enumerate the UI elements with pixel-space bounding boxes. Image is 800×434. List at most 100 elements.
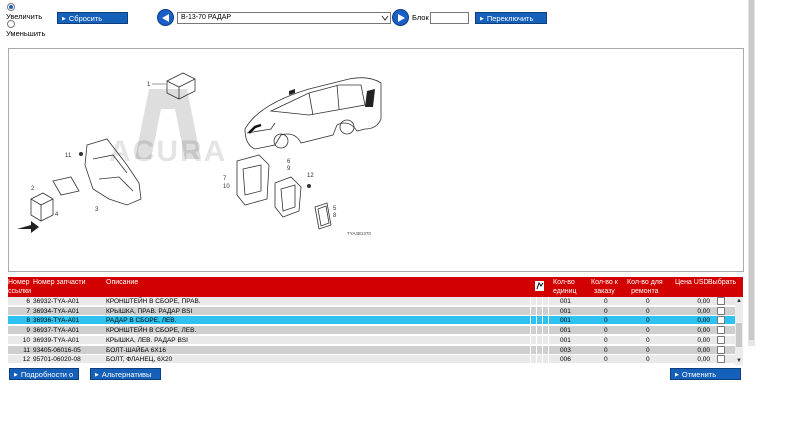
select-checkbox[interactable] (717, 345, 725, 354)
cell-desc: БОЛТ-ШАЙБА 6X16 (106, 346, 166, 354)
callout-2: 2 (31, 186, 35, 192)
cell-ref: 8 (26, 317, 30, 325)
header-order-qty[interactable]: Кол-во к заказу (591, 278, 618, 296)
rear-radar-marker (365, 89, 375, 107)
arrow-left-icon (162, 14, 169, 22)
cell-part: 36939-TYA-A01 (33, 336, 80, 344)
cancel-button-label: Отменить (681, 370, 717, 379)
brand-watermark: ACURA (109, 135, 227, 168)
details-button[interactable]: ▶ Подробности о (9, 368, 79, 380)
callout-10: 10 (223, 184, 230, 190)
select-checkbox[interactable] (717, 297, 725, 305)
select-checkbox[interactable] (717, 335, 725, 344)
zoom-in-radio[interactable] (7, 3, 15, 11)
part-6-9-drawing (274, 176, 302, 218)
play-arrow-icon: ▶ (95, 372, 99, 378)
alternatives-button-label: Альтернативы (101, 370, 152, 379)
page-vertical-scrollbar[interactable] (748, 0, 755, 346)
cell-order: 0 (604, 327, 608, 335)
part-2-drawing (30, 192, 54, 222)
block-input[interactable] (430, 12, 469, 24)
cell-units: 001 (560, 336, 571, 344)
callout-9: 9 (287, 166, 291, 172)
callout-5: 5 (333, 206, 337, 212)
table-row[interactable]: 8 36936-TYA-A01 РАДАР В СБОРЕ, ЛЕВ. 001 0 0 0,… (8, 316, 735, 326)
flag-cell (548, 335, 554, 345)
table-body: 6 36932-TYA-A01 КРОНШТЕЙН В СБОРЕ, ПРАВ. 00… (8, 297, 735, 365)
cell-price: 0,00 (697, 336, 710, 344)
cell-units: 001 (560, 307, 571, 315)
cell-desc: КРОНШТЕЙН В СБОРЕ, ЛЕВ. (106, 327, 197, 335)
zoom-in-option[interactable]: Увеличить (6, 3, 42, 21)
cell-price: 0,00 (697, 356, 710, 364)
hazmat-flag-icon (535, 281, 544, 291)
section-select[interactable]: B-13-70 РАДАР (177, 12, 391, 24)
next-section-button[interactable] (392, 9, 409, 26)
switch-button-label: Переключить (486, 14, 534, 23)
header-ref[interactable]: Номер ссылки (8, 278, 31, 296)
cell-price: 0,00 (697, 307, 710, 315)
parts-table: Номер ссылки Номер запчасти Описание Кол-… (8, 277, 743, 365)
select-checkbox[interactable] (717, 316, 725, 325)
table-row[interactable]: 12 95701-06020-08 БОЛТ, ФЛАНЕЦ, 6X20 006 0 0 0… (8, 355, 735, 365)
cell-desc: КРЫШКА, ЛЕВ. РАДАР BSI (106, 336, 188, 344)
table-row[interactable]: 9 36937-TYA-A01 КРОНШТЕЙН В СБОРЕ, ЛЕВ. 001… (8, 326, 735, 336)
header-select[interactable]: Выбрать (708, 278, 736, 287)
table-row[interactable]: 7 36934-TYA-A01 КРЫШКА, ПРАВ. РАДАР BSI 001… (8, 306, 735, 316)
scroll-down-icon[interactable]: ▼ (736, 358, 742, 364)
select-checkbox[interactable] (717, 355, 725, 364)
cell-price: 0,00 (697, 317, 710, 325)
flag-cell (548, 326, 554, 336)
table-row[interactable]: 11 93405-06016-05 БОЛТ-ШАЙБА 6X16 003 0 0 0,00 (8, 345, 735, 355)
cancel-button[interactable]: ▶ Отменить (670, 368, 741, 380)
callout-7: 7 (223, 176, 227, 182)
cell-ref: 6 (26, 298, 30, 305)
switch-button[interactable]: ▶ Переключить (475, 12, 547, 24)
cell-repair: 0 (646, 346, 650, 354)
select-checkbox[interactable] (717, 306, 725, 315)
select-checkbox[interactable] (717, 326, 725, 335)
table-scroll-thumb[interactable] (736, 323, 742, 347)
table-row[interactable]: 10 36939-TYA-A01 КРЫШКА, ЛЕВ. РАДАР BSI 001… (8, 335, 735, 345)
header-part-number[interactable]: Номер запчасти (33, 278, 86, 287)
cell-part: 36937-TYA-A01 (33, 327, 80, 335)
cell-order: 0 (604, 356, 608, 364)
part-4-drawing (52, 176, 80, 196)
cell-ref: 11 (23, 346, 30, 354)
previous-section-button[interactable] (157, 9, 174, 26)
cell-units: 001 (560, 327, 571, 335)
cell-desc: КРЫШКА, ПРАВ. РАДАР BSI (106, 307, 193, 315)
part-5-8-drawing (314, 202, 332, 230)
cell-price: 0,00 (697, 346, 710, 354)
table-scrollbar[interactable]: ▲ ▼ (735, 297, 743, 365)
zoom-out-label: Уменьшить (6, 29, 46, 38)
table-header: Номер ссылки Номер запчасти Описание Кол-… (8, 277, 743, 297)
callout-12: 12 (307, 173, 314, 179)
cell-repair: 0 (646, 307, 650, 315)
header-price[interactable]: Цена USD (675, 278, 709, 287)
cell-order: 0 (604, 346, 608, 354)
cell-units: 001 (560, 317, 571, 325)
cell-ref: 9 (26, 327, 30, 335)
table-row[interactable]: 6 36932-TYA-A01 КРОНШТЕЙН В СБОРЕ, ПРАВ. 00… (8, 297, 735, 306)
callout-6: 6 (287, 159, 291, 165)
arrow-right-icon (398, 14, 405, 22)
cell-repair: 0 (646, 356, 650, 364)
cell-repair: 0 (646, 317, 650, 325)
page-scroll-thumb[interactable] (749, 0, 754, 340)
zoom-out-option[interactable]: Уменьшить (6, 20, 45, 38)
parts-diagram[interactable]: ACURA 1 3 11 2 4 7 10 6 9 12 5 8 TYA4B13… (8, 48, 744, 272)
header-description[interactable]: Описание (106, 278, 138, 287)
zoom-out-radio[interactable] (7, 20, 15, 28)
header-units[interactable]: Кол-во единиц (553, 278, 577, 296)
play-arrow-icon: ▶ (14, 372, 18, 378)
cell-desc: РАДАР В СБОРЕ, ЛЕВ. (106, 317, 177, 325)
callout-1: 1 (147, 82, 151, 88)
play-arrow-icon: ▶ (675, 372, 679, 378)
scroll-up-icon[interactable]: ▲ (736, 298, 742, 304)
header-repair-qty[interactable]: Кол-во для ремонта (627, 278, 663, 296)
reset-button[interactable]: ▶ Сбросить (57, 12, 128, 24)
flag-cell (548, 306, 554, 316)
alternatives-button[interactable]: ▶ Альтернативы (90, 368, 161, 380)
diagram-ref-code: TYA4B1370 (347, 231, 371, 236)
